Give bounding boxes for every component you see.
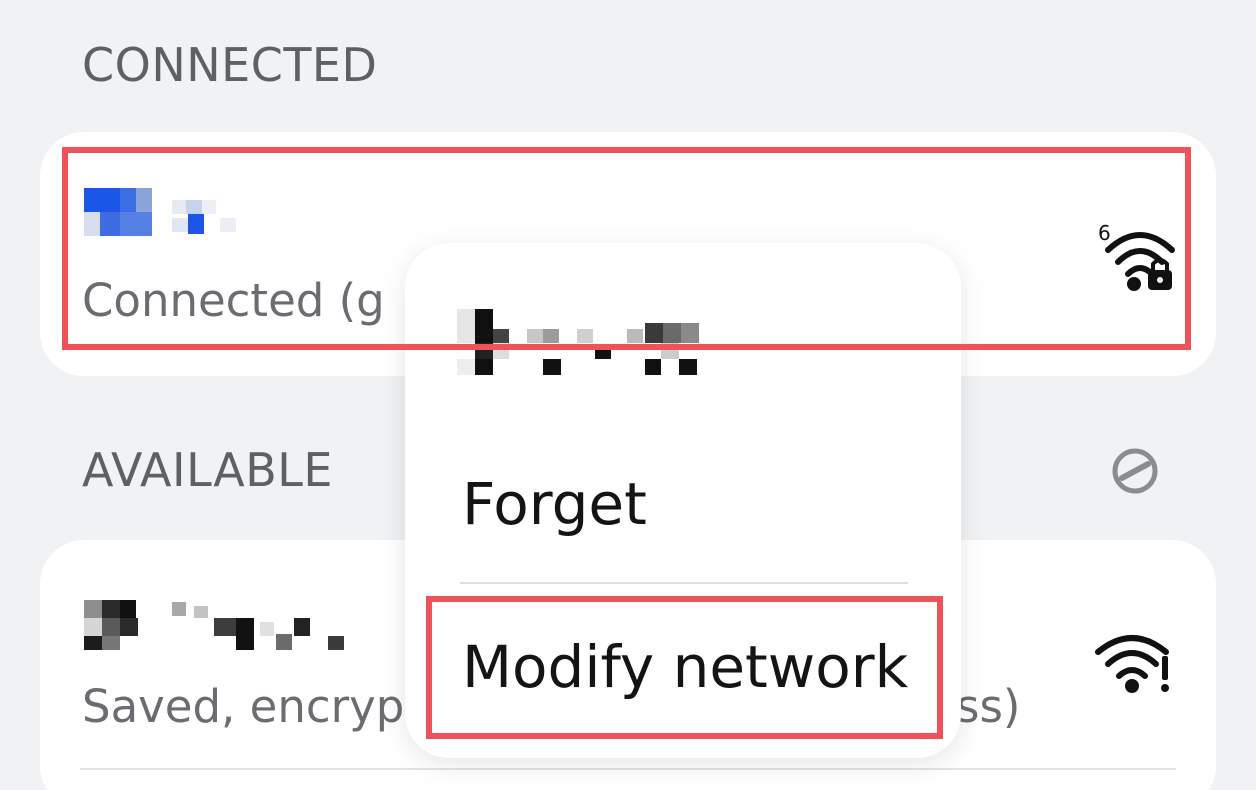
scan-refresh-icon[interactable] — [1110, 446, 1160, 496]
highlight-connected-network — [62, 147, 1191, 350]
menu-divider — [460, 582, 908, 584]
saved-status-text-tail: ss) — [956, 680, 1021, 733]
wifi-settings-screen: CONNECTED Connected (g 6 AVAILABLE Saved… — [0, 0, 1256, 790]
highlight-modify-network — [426, 596, 943, 739]
connected-section-header: CONNECTED — [82, 38, 378, 92]
list-divider — [80, 768, 1176, 770]
menu-forget[interactable]: Forget — [462, 470, 647, 538]
saved-status-text: Saved, encryp — [82, 680, 405, 733]
available-section-header: AVAILABLE — [82, 443, 333, 497]
wifi-warning-icon — [1095, 635, 1169, 693]
